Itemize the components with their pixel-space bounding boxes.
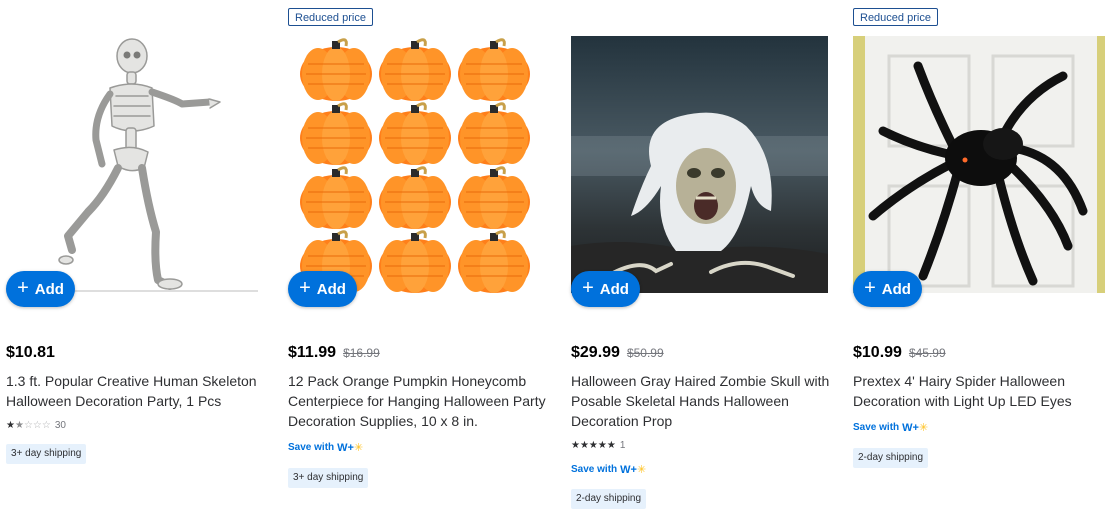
reduced-price-flag: Reduced price [288,8,373,26]
plus-icon: + [582,277,594,299]
was-price: $50.99 [626,346,664,360]
plus-icon: + [17,277,29,299]
plus-icon: + [864,277,876,299]
walmart-plus-icon: W+✳ [620,464,647,476]
spider-image [853,36,1105,293]
product-title[interactable]: Prextex 4' Hairy Spider Halloween Decora… [853,371,1105,411]
product-card[interactable]: + Add $10.81 1.3 ft. Popular Creative Hu… [6,0,266,513]
save-with-walmart-plus: Save with W+✳ [853,422,929,434]
current-price: $29.99 [571,344,620,361]
star-rating-icon: ★★☆☆☆ [6,420,51,431]
product-title[interactable]: Halloween Gray Haired Zombie Skull with … [571,371,833,431]
price-row: $10.99 $45.99 [853,344,946,362]
current-price: $10.99 [853,344,902,361]
walmart-plus-icon: W+✳ [902,422,929,434]
walmart-plus-icon: W+✳ [337,442,364,454]
product-title[interactable]: 1.3 ft. Popular Creative Human Skeleton … [6,371,268,411]
product-image[interactable] [6,36,263,293]
review-count: 1 [619,440,626,451]
price-row: $29.99 $50.99 [571,344,664,362]
shipping-badge: 3+ day shipping [288,468,369,488]
save-with-walmart-plus: Save with W+✳ [288,442,364,454]
shipping-badge: 3+ day shipping [6,444,87,464]
rating[interactable]: ★★☆☆☆ 30 [6,420,66,431]
product-image[interactable] [853,36,1105,293]
was-price: $16.99 [343,346,380,360]
shipping-badge: 2-day shipping [571,489,647,509]
add-to-cart-button[interactable]: + Add [853,271,922,307]
product-card[interactable]: + Add $29.99 $50.99 Halloween Gray Haire… [571,0,831,513]
product-card[interactable]: Reduced price [853,0,1105,513]
price-row: $11.99 $16.99 [288,344,380,362]
skeleton-image [6,38,258,292]
add-to-cart-button[interactable]: + Add [6,271,75,307]
product-title[interactable]: 12 Pack Orange Pumpkin Honeycomb Centerp… [288,371,550,431]
reduced-price-flag: Reduced price [853,8,938,26]
product-image[interactable] [288,36,545,293]
current-price: $10.81 [6,344,55,361]
product-card[interactable]: Reduced price [288,0,548,513]
plus-icon: + [299,277,311,299]
review-count: 30 [54,420,66,431]
pumpkins-image [298,38,532,293]
star-rating-icon: ★★★★★ [571,440,616,451]
product-image[interactable] [571,36,828,293]
rating[interactable]: ★★★★★ 1 [571,440,625,451]
current-price: $11.99 [288,344,337,361]
save-with-walmart-plus: Save with W+✳ [571,464,647,476]
add-to-cart-button[interactable]: + Add [288,271,357,307]
product-grid: + Add $10.81 1.3 ft. Popular Creative Hu… [0,0,1105,513]
add-to-cart-button[interactable]: + Add [571,271,640,307]
was-price: $45.99 [908,346,946,360]
shipping-badge: 2-day shipping [853,448,929,468]
zombie-skull-image [571,36,828,293]
price-row: $10.81 [6,344,55,362]
